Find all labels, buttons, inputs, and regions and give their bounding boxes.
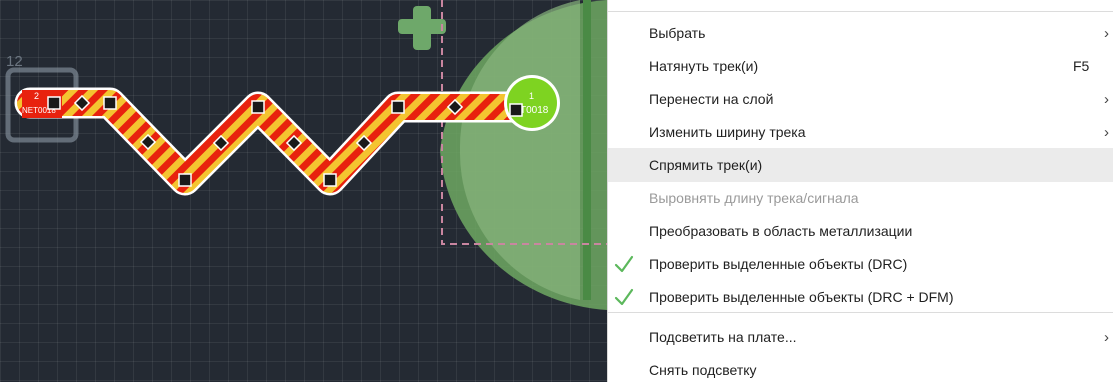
right-pad-number: 1 bbox=[529, 91, 534, 101]
board-pad-semicircle bbox=[440, 0, 607, 310]
menu-item[interactable]: Подсветить на плате... › bbox=[608, 320, 1113, 354]
context-menu: Выбрать › Натянуть трек(и) F5 Перенести на с… bbox=[607, 0, 1113, 382]
pcb-canvas[interactable]: 12 2 NET0018 1 T0018 bbox=[0, 0, 607, 382]
vertex-handle[interactable] bbox=[47, 96, 61, 110]
pcb-drawing[interactable]: 12 2 NET0018 1 T0018 bbox=[0, 0, 607, 382]
submenu-arrow-icon: › bbox=[1104, 24, 1109, 42]
menu-item-label: Натянуть трек(и) bbox=[649, 58, 759, 74]
left-component-label: 12 bbox=[6, 53, 23, 70]
green-cross-marker bbox=[398, 6, 446, 50]
vertex-handle[interactable] bbox=[178, 173, 192, 187]
checkmark-icon bbox=[614, 255, 634, 273]
menu-item-label: Выровнять длину трека/сигнала bbox=[649, 190, 859, 206]
vertex-handle[interactable] bbox=[391, 100, 405, 114]
menu-divider bbox=[608, 11, 1113, 12]
submenu-arrow-icon: › bbox=[1104, 123, 1109, 141]
right-pad-net-label: T0018 bbox=[520, 105, 549, 116]
menu-item-label: Проверить выделенные объекты (DRC) bbox=[649, 256, 908, 272]
menu-item-label: Перенести на слой bbox=[649, 91, 774, 107]
menu-item[interactable]: Выбрать › bbox=[608, 16, 1113, 50]
menu-item-label: Спрямить трек(и) bbox=[649, 157, 763, 173]
menu-item[interactable]: Преобразовать в область металлизации bbox=[608, 214, 1113, 248]
menu-item-label: Снять подсветку bbox=[649, 362, 757, 378]
menu-item[interactable]: Проверить выделенные объекты (DRC) bbox=[608, 247, 1113, 281]
menu-item[interactable]: Перенести на слой › bbox=[608, 82, 1113, 116]
menu-item[interactable]: Спрямить трек(и) bbox=[608, 148, 1113, 182]
vertex-handle[interactable] bbox=[251, 100, 265, 114]
vertex-handle[interactable] bbox=[323, 173, 337, 187]
menu-item: Выровнять длину трека/сигнала bbox=[608, 181, 1113, 215]
menu-item-label: Подсветить на плате... bbox=[649, 329, 797, 345]
menu-item-label: Преобразовать в область металлизации bbox=[649, 223, 913, 239]
checkmark-icon bbox=[614, 288, 634, 306]
menu-item-shortcut: F5 bbox=[1073, 58, 1090, 74]
menu-item[interactable]: Натянуть трек(и) F5 bbox=[608, 49, 1113, 83]
menu-item-label: Проверить выделенные объекты (DRC + DFM) bbox=[649, 289, 954, 305]
menu-item-label: Выбрать bbox=[649, 25, 706, 41]
submenu-arrow-icon: › bbox=[1104, 328, 1109, 346]
right-pad[interactable]: 1 T0018 bbox=[504, 75, 560, 131]
vertex-handle[interactable] bbox=[103, 96, 117, 110]
vertex-handle[interactable] bbox=[509, 103, 523, 117]
menu-item[interactable]: Проверить выделенные объекты (DRC + DFM) bbox=[608, 280, 1113, 314]
submenu-arrow-icon: › bbox=[1104, 90, 1109, 108]
menu-item[interactable]: Изменить ширину трека › bbox=[608, 115, 1113, 149]
left-pad-number: 2 bbox=[34, 91, 39, 101]
menu-item-label: Изменить ширину трека bbox=[649, 124, 806, 140]
